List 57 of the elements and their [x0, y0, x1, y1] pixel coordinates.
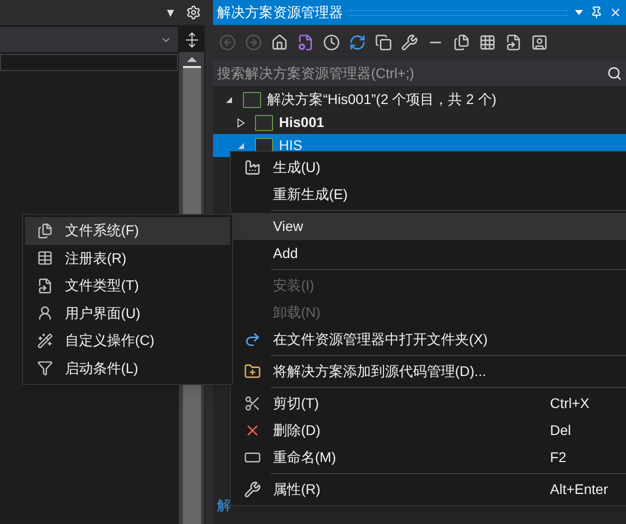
funnel-icon: [37, 360, 53, 376]
documents-icon[interactable]: [453, 34, 470, 51]
tree-item[interactable]: 解决方案“His001”(2 个项目，共 2 个): [213, 88, 626, 111]
shortcut-label: Alt+Enter: [550, 480, 608, 499]
menu-item[interactable]: 将解决方案添加到源代码管理(D)...: [231, 358, 626, 385]
tree-label: HIS: [279, 136, 302, 155]
tree-label: His001: [279, 113, 324, 132]
caret-icon[interactable]: [574, 8, 584, 16]
tree-item[interactable]: His001: [213, 111, 626, 134]
tree-label: 解决方案“His001”(2 个项目，共 2 个): [267, 90, 496, 109]
curved-arrow-icon: [244, 331, 260, 348]
menu-item[interactable]: 属性(R) Alt+Enter: [231, 476, 626, 503]
project-icon: [255, 114, 273, 130]
document-arrow-icon[interactable]: [505, 34, 522, 51]
menu-item[interactable]: 重命名(M) F2: [231, 444, 626, 471]
wand-icon: [37, 332, 53, 349]
submenu-item[interactable]: 文件类型(T): [25, 272, 230, 300]
building-icon: [244, 159, 260, 176]
menu-item[interactable]: 剪切(T) Ctrl+X: [231, 390, 626, 417]
dropdown-caret[interactable]: ▾: [167, 2, 174, 23]
documents-icon: [37, 222, 53, 239]
shortcut-label: F2: [550, 448, 566, 467]
shortcut-label: Ctrl+X: [550, 394, 590, 413]
shortcut-label: Del: [550, 421, 572, 440]
submenu-item[interactable]: 用户界面(U): [25, 300, 230, 327]
search-icon[interactable]: [607, 66, 622, 80]
close-icon[interactable]: [609, 6, 622, 19]
home-icon[interactable]: [271, 34, 288, 51]
panel-title: 解决方案资源管理器: [217, 3, 343, 22]
menu-item[interactable]: 生成(U): [231, 154, 626, 181]
refresh-icon[interactable]: [349, 34, 366, 51]
search-field[interactable]: 搜索解决方案资源管理器(Ctrl+;): [213, 60, 607, 86]
scissors-icon: [244, 395, 260, 412]
menu-item[interactable]: Add: [231, 240, 626, 267]
document-icon[interactable]: [297, 34, 314, 51]
wrench-icon: [244, 481, 260, 498]
folder-plus-icon: [244, 363, 260, 380]
copy-icon[interactable]: [375, 34, 392, 51]
submenu-item[interactable]: 注册表(R): [25, 244, 230, 272]
grid-icon: [37, 250, 53, 266]
clock-icon[interactable]: [323, 34, 340, 51]
menu-item[interactable]: 重新生成(E): [231, 181, 626, 208]
submenu-item[interactable]: 启动条件(L): [25, 354, 230, 382]
settings-icon[interactable]: [186, 5, 201, 20]
menu-item[interactable]: 在文件资源管理器中打开文件夹(X): [231, 326, 626, 353]
bottom-tab[interactable]: 解: [217, 495, 231, 516]
pin-icon[interactable]: [590, 6, 603, 19]
grid-icon[interactable]: [479, 34, 496, 51]
input-field[interactable]: [0, 54, 178, 71]
menu-item[interactable]: View: [231, 213, 626, 240]
wrench-icon[interactable]: [401, 34, 418, 51]
submenu-item[interactable]: 自定义操作(C): [25, 327, 230, 354]
document-arrow-icon: [37, 278, 53, 294]
split-icon: [184, 32, 198, 48]
submenu-item[interactable]: 文件系统(F): [25, 217, 230, 244]
project-icon: [243, 92, 261, 108]
menu-item[interactable]: 删除(D) Del: [231, 417, 626, 444]
